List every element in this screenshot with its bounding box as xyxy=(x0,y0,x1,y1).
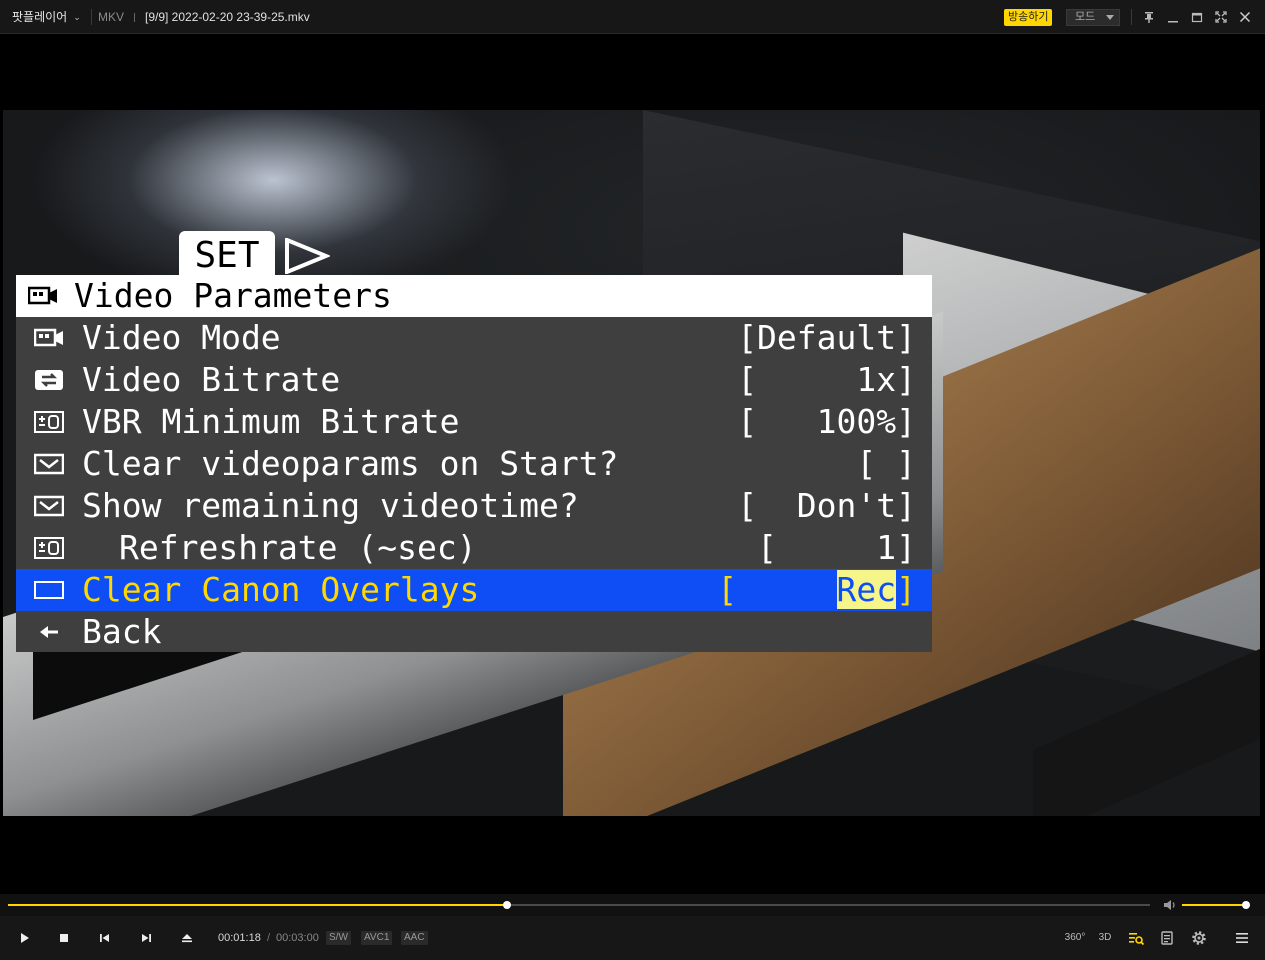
osd-item-refreshrate[interactable]: Refreshrate (~sec) [ 1] xyxy=(16,527,932,569)
osd-item-label: Clear videoparams on Start? xyxy=(82,444,619,483)
arrows-cycle-icon xyxy=(35,370,63,390)
volume-icon[interactable] xyxy=(1163,899,1177,911)
close-icon[interactable] xyxy=(1237,9,1253,25)
value-highlight: Rec xyxy=(836,570,897,609)
osd-item-label: Show remaining videotime? xyxy=(82,486,579,525)
settings-gear-icon[interactable] xyxy=(1189,928,1209,948)
seek-handle[interactable] xyxy=(503,901,512,909)
play-arrow-icon xyxy=(285,238,330,274)
minimize-icon[interactable] xyxy=(1165,9,1181,25)
stop-icon[interactable] xyxy=(54,928,74,948)
vr-360-button[interactable]: 360° xyxy=(1063,928,1087,948)
osd-item-label: Video Bitrate xyxy=(82,360,341,399)
osd-item-label: Video Mode xyxy=(82,318,281,357)
chevron-down-icon: ⌄ xyxy=(73,12,81,22)
dropdown-caret-icon xyxy=(1106,15,1114,20)
app-name: 팟플레이어 xyxy=(12,10,68,24)
osd-menu-header: Video Parameters xyxy=(16,275,932,317)
osd-item-value: [Default] xyxy=(737,318,916,357)
seek-bar[interactable] xyxy=(8,901,1150,909)
osd-item-label: Refreshrate (~sec) xyxy=(119,528,477,567)
osd-item-value: [ ] xyxy=(856,444,916,483)
osd-menu-title: Video Parameters xyxy=(74,276,392,315)
title-divider xyxy=(91,9,92,25)
mode-dropdown[interactable]: 모드 xyxy=(1066,9,1120,26)
osd-menu-panel: Video Parameters Video Mode [Default] Vi… xyxy=(16,275,932,652)
video-codec-badge[interactable]: AVC1 xyxy=(361,931,393,945)
playlist-search-icon[interactable] xyxy=(1126,928,1146,948)
osd-item-back[interactable]: Back xyxy=(16,611,932,653)
app-menu[interactable]: 팟플레이어 ⌄ xyxy=(12,0,81,34)
video-frame[interactable]: SET Video Parameters Video Mode [Default… xyxy=(3,110,1260,816)
file-format: MKV xyxy=(98,10,125,24)
broadcast-button[interactable]: 방송하기 xyxy=(1004,9,1053,26)
format-divider xyxy=(134,13,135,22)
play-icon[interactable] xyxy=(14,928,34,948)
osd-item-label: Back xyxy=(82,612,162,651)
window-title: [9/9] 2022-02-20 23-39-25.mkv xyxy=(145,10,310,24)
osd-item-clear-videoparams[interactable]: Clear videoparams on Start? [ ] xyxy=(16,443,932,485)
next-icon[interactable] xyxy=(136,928,156,948)
eject-icon[interactable] xyxy=(177,928,197,948)
plus-minus-icon xyxy=(34,411,64,433)
pin-icon[interactable] xyxy=(1141,9,1157,25)
camera-osd: SET Video Parameters Video Mode [Default… xyxy=(3,110,1260,816)
mode-label: 모드 xyxy=(1075,11,1096,23)
osd-item-clear-canon-overlays[interactable]: Clear Canon Overlays [ Rec] xyxy=(16,569,932,611)
back-arrow-icon xyxy=(40,626,58,638)
title-divider xyxy=(1131,9,1132,25)
osd-item-label: Clear Canon Overlays xyxy=(82,570,480,609)
checkbox-icon xyxy=(34,495,64,517)
video-camera-icon xyxy=(28,286,57,305)
main-menu-icon[interactable] xyxy=(1232,928,1252,948)
osd-item-video-mode[interactable]: Video Mode [Default] xyxy=(16,317,932,359)
osd-item-label: VBR Minimum Bitrate xyxy=(82,402,460,441)
osd-item-value: [ 1] xyxy=(757,528,916,567)
seek-bar-area xyxy=(0,894,1265,916)
osd-item-value: [ Don't] xyxy=(737,486,916,525)
fullscreen-icon[interactable] xyxy=(1213,9,1229,25)
value-bracket-open: [ xyxy=(717,570,837,609)
current-time: 00:01:18 xyxy=(218,932,261,944)
decoder-badge[interactable]: S/W xyxy=(326,931,351,945)
checkbox-icon xyxy=(34,453,64,475)
set-tab: SET xyxy=(179,231,275,277)
osd-item-value: [ 100%] xyxy=(737,402,916,441)
3d-button[interactable]: 3D xyxy=(1095,928,1115,948)
audio-codec-badge[interactable]: AAC xyxy=(401,931,428,945)
osd-item-video-bitrate[interactable]: Video Bitrate [ 1x] xyxy=(16,359,932,401)
osd-item-value: [ Rec] xyxy=(717,569,916,611)
control-bar: 00:01:18 / 00:03:00 S/W AVC1 AAC 360° 3D xyxy=(0,916,1265,960)
plus-minus-icon xyxy=(34,537,64,559)
seek-progress xyxy=(8,904,508,906)
maximize-icon[interactable] xyxy=(1189,9,1205,25)
empty-box-icon xyxy=(34,581,64,599)
volume-level xyxy=(1182,904,1246,906)
previous-icon[interactable] xyxy=(95,928,115,948)
volume-handle[interactable] xyxy=(1242,901,1250,909)
subtitle-list-icon[interactable] xyxy=(1157,928,1177,948)
title-bar: 팟플레이어 ⌄ MKV [9/9] 2022-02-20 23-39-25.mkv… xyxy=(0,0,1265,34)
video-camera-icon xyxy=(34,328,63,347)
osd-item-show-remaining-videotime[interactable]: Show remaining videotime? [ Don't] xyxy=(16,485,932,527)
value-bracket-close: ] xyxy=(896,570,916,609)
time-separator: / xyxy=(267,932,271,944)
total-time[interactable]: 00:03:00 xyxy=(276,916,319,960)
osd-item-value: [ 1x] xyxy=(737,360,916,399)
volume-slider[interactable] xyxy=(1182,901,1250,909)
osd-item-vbr-minimum-bitrate[interactable]: VBR Minimum Bitrate [ 100%] xyxy=(16,401,932,443)
